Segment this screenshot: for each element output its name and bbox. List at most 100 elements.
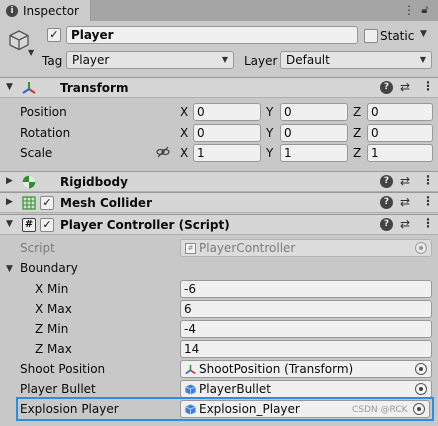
- lock-icon[interactable]: 🔓︎: [418, 3, 432, 17]
- y-axis-label[interactable]: Y: [266, 105, 273, 119]
- gameobject-header: ▼ ✓ Player Static ▼ Tag Player ▼ Layer D…: [0, 21, 438, 75]
- object-picker-icon[interactable]: [415, 363, 427, 375]
- rigidbody-header[interactable]: ▶ Rigidbody ? ⇄ ⋮: [0, 171, 438, 192]
- player-bullet-label: Player Bullet: [20, 382, 96, 396]
- scale-z-field[interactable]: 1: [367, 144, 433, 162]
- constrain-proportions-icon[interactable]: [156, 146, 170, 158]
- z-min-label: Z Min: [35, 322, 69, 336]
- scale-y-field[interactable]: 1: [280, 144, 348, 162]
- help-icon[interactable]: ?: [380, 218, 393, 231]
- rigidbody-title: Rigidbody: [60, 175, 128, 189]
- chevron-down-icon[interactable]: ▼: [420, 29, 427, 39]
- tag-value: Player: [72, 53, 110, 67]
- script-hash-icon: #: [22, 218, 36, 232]
- explosion-player-value: Explosion_Player: [199, 402, 300, 416]
- presets-icon[interactable]: ⇄: [400, 174, 410, 188]
- shoot-position-label: Shoot Position: [20, 362, 106, 376]
- player-bullet-value: PlayerBullet: [199, 382, 271, 396]
- object-picker-icon[interactable]: [415, 383, 427, 395]
- chevron-down-icon: ▼: [221, 55, 228, 64]
- gameobject-name-field[interactable]: Player: [66, 26, 358, 44]
- chevron-down-icon[interactable]: ▼: [28, 48, 34, 57]
- tab-inspector[interactable]: i Inspector: [0, 0, 91, 21]
- z-axis-label[interactable]: Z: [353, 146, 361, 160]
- foldout-collapsed-icon[interactable]: ▶: [6, 176, 13, 186]
- static-checkbox[interactable]: [364, 29, 378, 43]
- layer-value: Default: [286, 53, 330, 67]
- scale-x-field[interactable]: 1: [193, 144, 261, 162]
- presets-icon[interactable]: ⇄: [400, 195, 410, 209]
- foldout-collapsed-icon[interactable]: ▶: [6, 197, 13, 207]
- help-icon[interactable]: ?: [380, 196, 393, 209]
- player-controller-enabled-checkbox[interactable]: ✓: [40, 218, 54, 232]
- z-axis-label[interactable]: Z: [353, 126, 361, 140]
- explosion-player-label: Explosion Player: [20, 402, 119, 416]
- rotation-z-field[interactable]: 0: [367, 124, 433, 142]
- presets-icon[interactable]: ⇄: [400, 217, 410, 231]
- y-axis-label[interactable]: Y: [266, 126, 273, 140]
- mesh-collider-icon: [22, 196, 36, 210]
- static-label: Static: [380, 29, 415, 43]
- player-controller-header[interactable]: ▼ # ✓ Player Controller (Script) ? ⇄ ⋮: [0, 214, 438, 235]
- tag-label: Tag: [42, 54, 63, 68]
- active-checkbox[interactable]: ✓: [47, 28, 61, 42]
- z-min-field[interactable]: -4: [180, 320, 432, 338]
- kebab-menu-icon[interactable]: ⋮: [422, 79, 434, 93]
- transform-axes-icon: [185, 364, 196, 375]
- boundary-label[interactable]: Boundary: [20, 261, 78, 275]
- kebab-menu-icon[interactable]: ⋮: [402, 3, 416, 17]
- layer-label: Layer: [244, 54, 278, 68]
- z-max-label: Z Max: [35, 342, 72, 356]
- player-bullet-field[interactable]: PlayerBullet: [180, 380, 432, 398]
- script-field: # PlayerController: [180, 239, 432, 257]
- transform-axes-icon: [22, 82, 36, 94]
- tab-label: Inspector: [23, 3, 79, 18]
- y-axis-label[interactable]: Y: [266, 146, 273, 160]
- rotation-x-field[interactable]: 0: [193, 124, 261, 142]
- watermark: CSDN @RCK: [352, 405, 408, 415]
- position-z-field[interactable]: 0: [367, 103, 433, 121]
- x-axis-label[interactable]: X: [180, 105, 188, 119]
- info-icon: i: [6, 4, 18, 17]
- object-picker-icon[interactable]: [413, 403, 425, 415]
- kebab-menu-icon[interactable]: ⋮: [422, 173, 434, 187]
- cube-icon[interactable]: [8, 29, 30, 51]
- kebab-menu-icon[interactable]: ⋮: [422, 216, 434, 230]
- position-x-field[interactable]: 0: [193, 103, 261, 121]
- z-max-field[interactable]: 14: [180, 340, 432, 358]
- layer-dropdown[interactable]: Default ▼: [280, 51, 432, 69]
- position-label: Position: [20, 105, 67, 119]
- help-icon[interactable]: ?: [380, 175, 393, 188]
- mesh-collider-title: Mesh Collider: [60, 196, 152, 210]
- position-y-field[interactable]: 0: [280, 103, 348, 121]
- foldout-expanded-icon[interactable]: ▼: [6, 82, 13, 92]
- foldout-expanded-icon[interactable]: ▼: [6, 264, 13, 274]
- transform-header[interactable]: ▼ Transform ? ⇄ ⋮: [0, 77, 438, 98]
- x-max-label: X Max: [35, 302, 72, 316]
- rotation-y-field[interactable]: 0: [280, 124, 348, 142]
- script-label: Script: [20, 241, 55, 255]
- script-value: PlayerController: [199, 241, 296, 255]
- object-picker-icon: [415, 242, 427, 254]
- tab-bar: i Inspector ⋮ 🔓︎: [0, 0, 438, 21]
- tag-dropdown[interactable]: Player ▼: [66, 51, 234, 69]
- mesh-collider-header[interactable]: ▶ ✓ Mesh Collider ? ⇄ ⋮: [0, 192, 438, 213]
- mesh-collider-enabled-checkbox[interactable]: ✓: [40, 196, 54, 210]
- scale-label: Scale: [20, 146, 53, 160]
- shoot-position-field[interactable]: ShootPosition (Transform): [180, 360, 432, 378]
- shoot-position-value: ShootPosition (Transform): [199, 362, 354, 376]
- x-min-field[interactable]: -6: [180, 280, 432, 298]
- rigidbody-icon: [22, 175, 36, 189]
- kebab-menu-icon[interactable]: ⋮: [422, 194, 434, 208]
- script-file-icon: #: [185, 243, 196, 254]
- help-icon[interactable]: ?: [380, 81, 393, 94]
- x-axis-label[interactable]: X: [180, 146, 188, 160]
- presets-icon[interactable]: ⇄: [400, 80, 410, 94]
- z-axis-label[interactable]: Z: [353, 105, 361, 119]
- x-axis-label[interactable]: X: [180, 126, 188, 140]
- transform-title: Transform: [60, 81, 129, 95]
- foldout-expanded-icon[interactable]: ▼: [6, 219, 13, 229]
- player-controller-title: Player Controller (Script): [60, 218, 230, 232]
- x-max-field[interactable]: 6: [180, 300, 432, 318]
- prefab-cube-icon: [185, 404, 196, 415]
